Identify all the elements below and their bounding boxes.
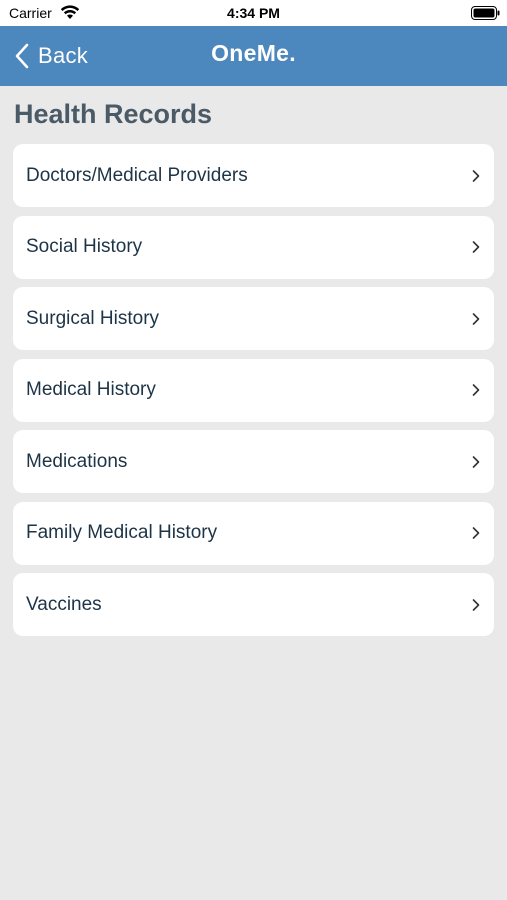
record-item-surgical-history[interactable]: Surgical History [13, 287, 494, 350]
record-item-doctors[interactable]: Doctors/Medical Providers [13, 144, 494, 207]
record-item-label: Medications [26, 450, 128, 472]
app-logo: OneMe. [211, 40, 296, 66]
record-item-label: Medical History [26, 379, 156, 400]
chevron-right-icon [472, 384, 480, 396]
chevron-right-icon [472, 598, 480, 611]
chevron-right-icon [472, 169, 480, 182]
record-item-label: Doctors/Medical Providers [26, 164, 248, 186]
status-bar: Carrier 4:34 PM [0, 0, 507, 26]
chevron-right-icon [472, 241, 480, 253]
record-item-social-history[interactable]: Social History [13, 215, 494, 279]
chevron-right-icon [472, 312, 480, 325]
record-item-medications[interactable]: Medications [13, 430, 494, 493]
record-item-label: Vaccines [26, 593, 102, 615]
record-item-label: Social History [26, 236, 143, 257]
navigation-bar: Back OneMe. [0, 26, 507, 86]
chevron-right-icon [472, 527, 480, 539]
record-item-label: Surgical History [26, 307, 160, 329]
record-item-family-medical-history[interactable]: Family Medical History [13, 501, 494, 565]
record-item-medical-history[interactable]: Medical History [13, 358, 494, 422]
record-item-vaccines[interactable]: Vaccines [13, 573, 494, 636]
battery-icon [471, 6, 500, 20]
page-title: Health Records [14, 99, 213, 129]
record-item-label: Family Medical History [26, 522, 218, 543]
health-records-list: Doctors/Medical Providers Social History… [13, 144, 494, 645]
chevron-right-icon [472, 455, 480, 468]
status-time: 4:34 PM [227, 5, 280, 21]
